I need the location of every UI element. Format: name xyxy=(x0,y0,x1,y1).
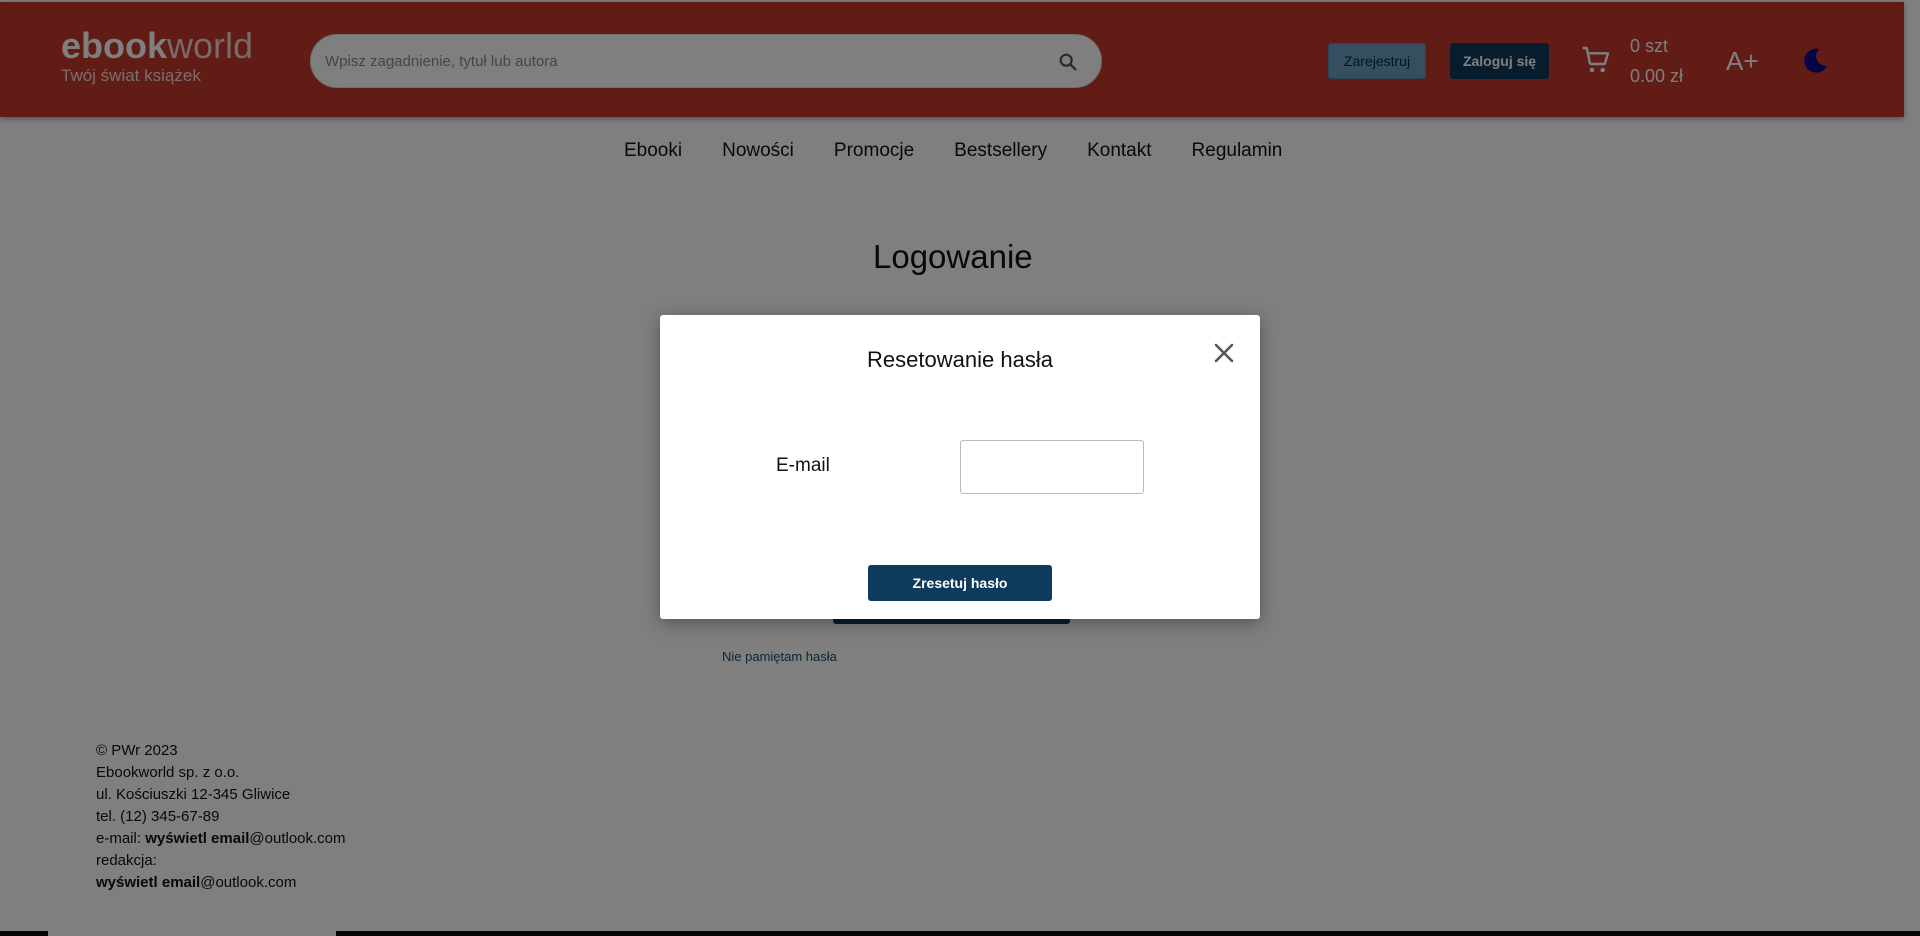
email-field[interactable] xyxy=(960,440,1144,494)
reset-password-button[interactable]: Zresetuj hasło xyxy=(868,565,1052,601)
close-icon[interactable] xyxy=(1210,339,1238,367)
modal-title: Resetowanie hasła xyxy=(867,347,1053,372)
email-label: E-mail xyxy=(776,455,830,476)
reset-password-modal: Resetowanie hasła E-mail Zresetuj hasło xyxy=(660,315,1260,619)
